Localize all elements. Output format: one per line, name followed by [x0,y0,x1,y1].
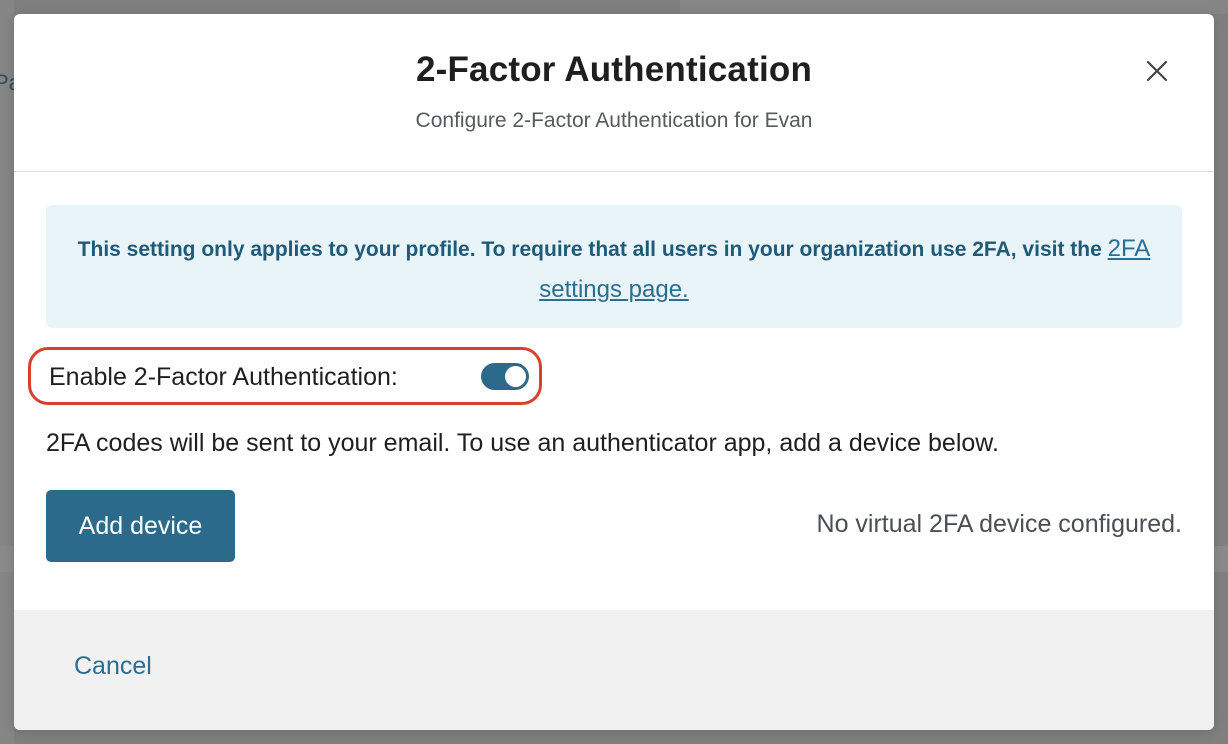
toggle-knob [505,366,526,387]
enable-2fa-row-highlight: Enable 2-Factor Authentication: [28,347,542,405]
add-device-button[interactable]: Add device [46,490,235,562]
device-status-text: No virtual 2FA device configured. [816,510,1182,538]
background-app-left: Pa [0,0,21,744]
background-divider-left [0,546,14,572]
enable-2fa-label: Enable 2-Factor Authentication: [49,363,398,391]
close-button[interactable] [1144,58,1170,84]
notice-box: This setting only applies to your profil… [46,205,1182,328]
close-icon [1146,60,1168,82]
modal-title: 2-Factor Authentication [415,50,813,89]
two-factor-modal: 2-Factor Authentication Configure 2-Fact… [14,14,1214,730]
email-codes-info: 2FA codes will be sent to your email. To… [46,429,999,457]
modal-header: 2-Factor Authentication Configure 2-Fact… [14,14,1214,172]
background-divider-right [1214,546,1228,572]
enable-2fa-toggle[interactable] [481,363,529,390]
notice-text: This setting only applies to your profil… [77,238,1108,261]
modal-subtitle: Configure 2-Factor Authentication for Ev… [415,109,813,132]
background-app-top [680,0,1228,14]
cancel-button[interactable]: Cancel [74,652,152,681]
modal-footer: Cancel [14,610,1214,730]
